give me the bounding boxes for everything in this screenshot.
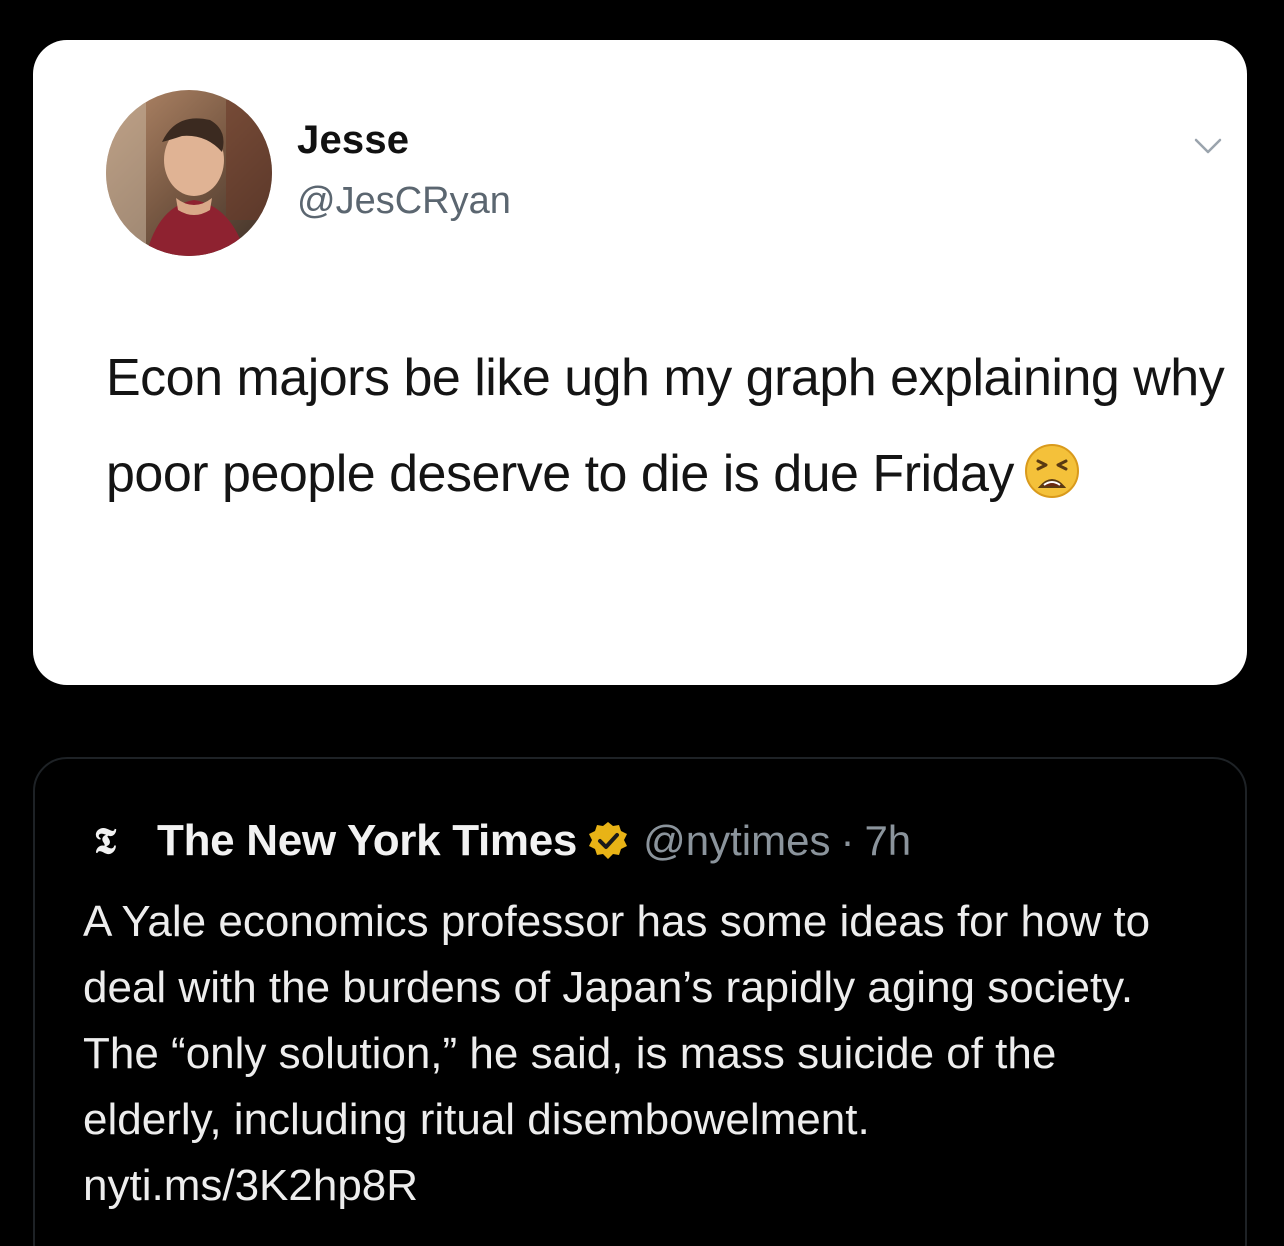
quoted-tweet-header: 𝕿 The New York Times @nytimes · 7h bbox=[83, 811, 911, 871]
tweet-body: Econ majors be like ugh my graph explain… bbox=[106, 330, 1226, 522]
user-handle[interactable]: @JesCRyan bbox=[297, 180, 511, 223]
nyt-logo-icon: 𝕿 bbox=[93, 819, 117, 862]
quoted-tweet-card[interactable]: 𝕿 The New York Times @nytimes · 7h A Yal… bbox=[33, 757, 1247, 1246]
timestamp[interactable]: 7h bbox=[864, 817, 911, 865]
display-name[interactable]: Jesse bbox=[297, 118, 409, 163]
tweet-card[interactable]: Jesse @JesCRyan Econ majors be like ugh … bbox=[33, 40, 1247, 685]
quoted-user-handle[interactable]: @nytimes bbox=[643, 817, 830, 865]
tired-face-emoji-icon bbox=[1024, 444, 1079, 498]
chevron-down-icon[interactable] bbox=[1193, 136, 1223, 156]
quoted-tweet-text: A Yale economics professor has some idea… bbox=[83, 897, 1151, 1210]
avatar[interactable] bbox=[106, 90, 272, 256]
avatar-photo-icon bbox=[106, 90, 272, 256]
screenshot-page: Jesse @JesCRyan Econ majors be like ugh … bbox=[0, 0, 1284, 1246]
verified-badge-icon bbox=[589, 822, 628, 859]
quoted-display-name[interactable]: The New York Times bbox=[157, 816, 577, 866]
separator-dot: · bbox=[840, 817, 855, 864]
